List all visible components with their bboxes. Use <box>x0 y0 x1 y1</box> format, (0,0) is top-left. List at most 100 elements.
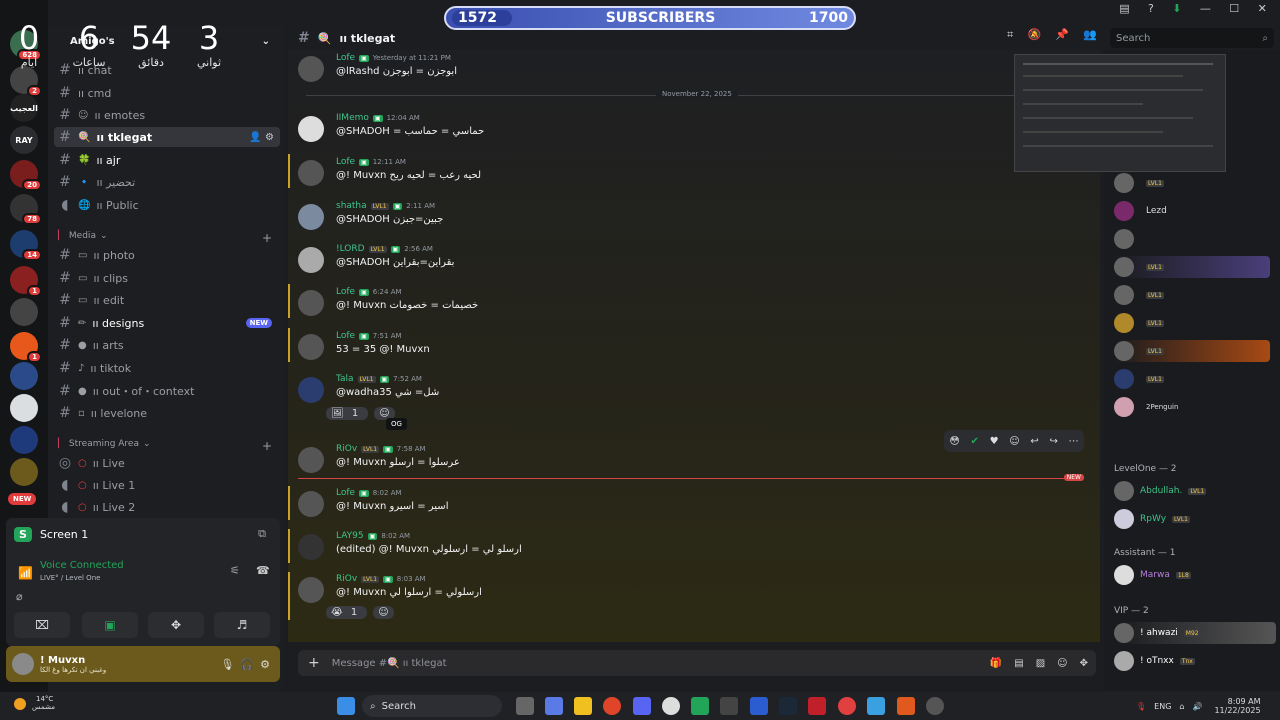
channel-public[interactable]: ◖ 🌐 ıı Public <box>54 195 280 215</box>
server-icon[interactable]: 20 <box>10 160 42 191</box>
reaction[interactable]: 😭 1 <box>326 606 368 619</box>
app-icon[interactable] <box>926 697 944 715</box>
server-icon[interactable] <box>10 298 38 326</box>
member[interactable]: ! oTnxx Tnx <box>1114 650 1195 672</box>
member[interactable]: LVL1 <box>1114 284 1164 306</box>
member[interactable]: Abdullah. LVL1 <box>1114 480 1207 502</box>
camera-button[interactable]: ⌧ <box>14 612 70 638</box>
message[interactable]: RiOv LVL1 ▣ 8:03 AM @! Muvxn ارسلولي = ارسل… <box>298 573 1088 613</box>
microphone-icon[interactable]: 🎙 <box>1136 702 1146 711</box>
author-name[interactable]: Lofe <box>336 287 355 297</box>
channel-cmd[interactable]: # ıı cmd <box>54 83 280 103</box>
avatar[interactable] <box>298 377 324 403</box>
mute-icon[interactable]: 🔕 <box>1027 28 1041 48</box>
server-icon[interactable]: 78 <box>10 194 42 225</box>
author-name[interactable]: LAY95 <box>336 531 364 541</box>
channel-live-2[interactable]: ◖ ○ ıı Live 2 <box>54 497 280 517</box>
add-reaction-icon[interactable]: ☺ <box>373 606 394 619</box>
microphone-icon[interactable]: 🎙 <box>220 658 234 671</box>
windows-start-icon[interactable] <box>337 697 355 715</box>
server-icon[interactable]: العجيب <box>10 94 38 122</box>
channel-ajr[interactable]: # 🍀 ıı ajr <box>54 150 280 170</box>
author-name[interactable]: RiOv <box>336 444 357 454</box>
file-explorer-icon[interactable] <box>574 697 592 715</box>
avatar[interactable] <box>298 447 324 473</box>
settings-icon[interactable]: 👤 ⚙ <box>249 132 274 143</box>
discord-icon[interactable] <box>633 697 651 715</box>
avatar[interactable] <box>298 491 324 517</box>
server-icon[interactable]: 14 <box>10 230 42 261</box>
plus-icon[interactable]: + <box>308 655 320 671</box>
app-icon[interactable] <box>808 697 826 715</box>
member[interactable] <box>1114 228 1140 250</box>
message[interactable]: LAY95 ▣ 8:02 AM (edited) @! Muvxn ارسلو لي… <box>298 530 1088 570</box>
capcut-icon[interactable] <box>720 697 738 715</box>
channel-tahdir[interactable]: # 🔹 ıı تحضير <box>54 172 280 192</box>
soundboard-button[interactable]: ♬ <box>214 612 270 638</box>
task-view-icon[interactable] <box>516 697 534 715</box>
pin-icon[interactable]: 📌 <box>1055 28 1069 48</box>
member[interactable]: ! ahwazi M92 <box>1114 622 1276 644</box>
message[interactable]: Lofe ▣ Yesterday at 11:21 PM @lRashd ابوجز… <box>298 52 1088 92</box>
message[interactable]: IIMemo ▣ 12:04 AM @SHADOH = حماسي = حماسب <box>298 112 1088 152</box>
app-icon[interactable] <box>897 697 915 715</box>
server-icon[interactable] <box>10 458 38 486</box>
server-icon[interactable]: 1 <box>10 332 42 363</box>
voice-status[interactable]: Voice Connected <box>40 560 124 571</box>
member[interactable]: LVL1 <box>1114 172 1164 194</box>
avatar[interactable] <box>298 247 324 273</box>
author-name[interactable]: Tala <box>336 374 354 384</box>
apps-icon[interactable]: ✥ <box>1080 658 1088 669</box>
gift-icon[interactable]: 🎁 <box>990 658 1002 669</box>
avatar[interactable] <box>298 56 324 82</box>
member[interactable]: Lezd <box>1114 200 1167 222</box>
channel-levelone[interactable]: # ▫ ıı levelone <box>54 403 280 423</box>
channel-clips[interactable]: # ▭ ıı clips <box>54 268 280 288</box>
channel-tiktok[interactable]: # ♪ ıı tiktok <box>54 358 280 378</box>
disconnect-icon[interactable]: ☎ <box>256 564 270 577</box>
author-name[interactable]: Lofe <box>336 331 355 341</box>
avatar[interactable] <box>298 160 324 186</box>
channel-photo[interactable]: # ▭ ıı photo <box>54 245 280 265</box>
avatar[interactable] <box>298 290 324 316</box>
sticker-icon[interactable]: ▨ <box>1036 658 1045 669</box>
emoji-icon[interactable]: ☺ <box>1057 658 1067 669</box>
author-name[interactable]: RiOv <box>336 574 357 584</box>
vscode-icon[interactable] <box>750 697 768 715</box>
steam-icon[interactable] <box>779 697 797 715</box>
inbox-icon[interactable]: ▤ <box>1119 2 1129 22</box>
member[interactable]: LVL1 <box>1114 368 1164 390</box>
taskbar-search[interactable]: ⌕ Search <box>362 695 502 717</box>
avatar[interactable] <box>298 116 324 142</box>
server-icon[interactable]: RAY <box>10 126 38 154</box>
chrome-icon[interactable] <box>603 697 621 715</box>
add-channel-icon[interactable]: + <box>262 231 272 245</box>
author-name[interactable]: !LORD <box>336 244 365 254</box>
message[interactable]: Lofe ▣ 7:51 AM 53 = 35 @! Muvxn <box>298 330 1088 370</box>
gif-icon[interactable]: ▤ <box>1014 658 1023 669</box>
member[interactable]: RpWy LVL1 <box>1114 508 1190 530</box>
member[interactable]: 2Penguin <box>1114 396 1178 418</box>
server-icon[interactable] <box>10 362 38 390</box>
server-icon[interactable] <box>10 426 38 454</box>
avatar[interactable] <box>298 577 324 603</box>
author-name[interactable]: Lofe <box>336 157 355 167</box>
popout-icon[interactable]: ⧉ <box>258 527 266 541</box>
minimize-icon[interactable]: — <box>1200 2 1211 22</box>
channel-arts[interactable]: # ● ıı arts <box>54 335 280 355</box>
channel-out-of-context[interactable]: # ● ıı out・of・context <box>54 381 280 401</box>
language-indicator[interactable]: ENG <box>1154 702 1171 711</box>
message[interactable]: Lofe ▣ 8:02 AM @! Muvxn اسير = اسيرو <box>298 487 1088 527</box>
author-name[interactable]: Lofe <box>336 53 355 63</box>
add-channel-icon[interactable]: + <box>262 439 272 453</box>
close-icon[interactable]: ✕ <box>1258 2 1267 22</box>
search-input[interactable]: Search ⌕ <box>1110 28 1274 48</box>
help-icon[interactable]: ? <box>1148 2 1154 22</box>
message[interactable]: shatha LVL1 ▣ 2:11 AM @SHADOH جبين=جبزن <box>298 200 1088 240</box>
channel-live-1[interactable]: ◖ ○ ıı Live 1 <box>54 475 280 495</box>
author-name[interactable]: shatha <box>336 201 367 211</box>
message[interactable]: RiOv LVL1 ▣ 7:58 AM @! Muvxn عرسلوا = ارسلو <box>298 443 1088 483</box>
message[interactable]: Lofe ▣ 12:11 AM @! Muvxn لحيه رعب = لحيه ر… <box>298 156 1088 196</box>
noise-suppression-icon[interactable]: ⚟ <box>230 564 240 577</box>
avatar[interactable] <box>12 653 34 675</box>
